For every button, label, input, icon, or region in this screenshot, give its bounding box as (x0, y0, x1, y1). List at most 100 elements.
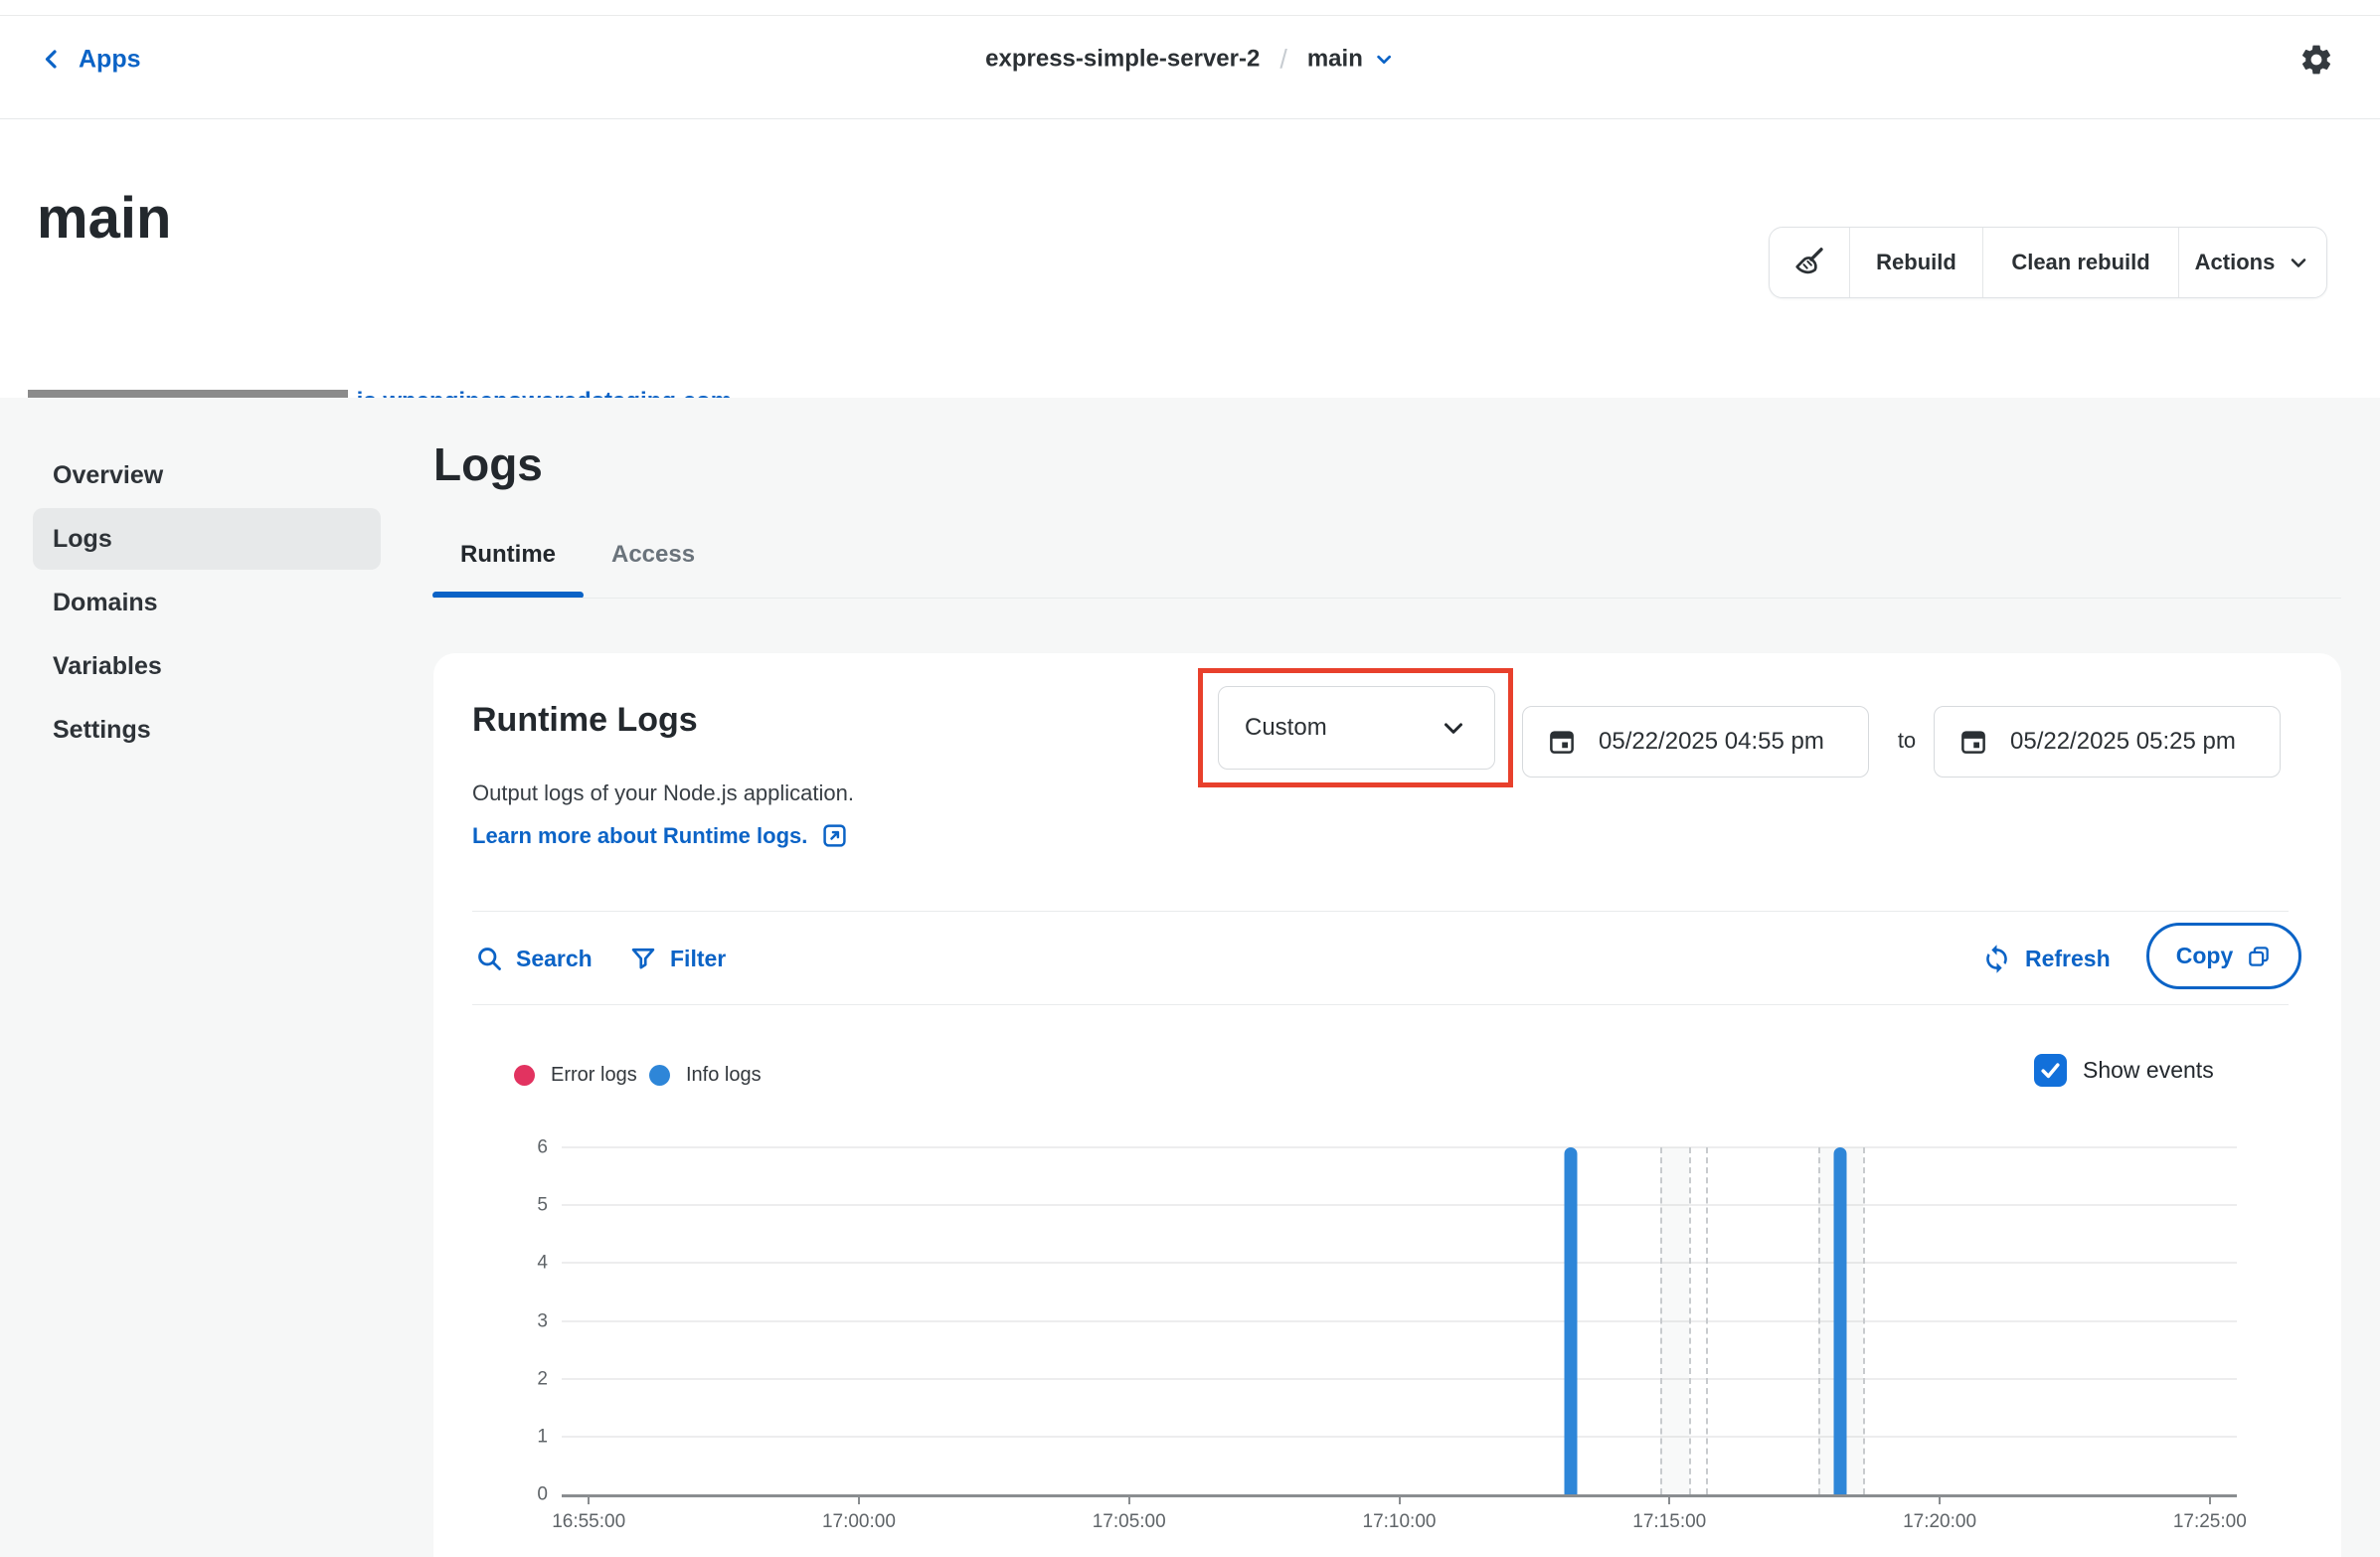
clean-rebuild-button[interactable]: Clean rebuild (1982, 228, 2178, 297)
x-axis-tick (1128, 1494, 1130, 1504)
gridline (562, 1320, 2237, 1322)
show-events-label: Show events (2083, 1057, 2214, 1084)
refresh-icon (1981, 944, 2012, 974)
environment-header: main .js.wpenginepoweredstaging.com Rebu… (0, 119, 2380, 398)
tab-runtime[interactable]: Runtime (432, 541, 584, 599)
branch-picker[interactable]: main (1307, 46, 1395, 74)
gridline (562, 1378, 2237, 1380)
date-to-value: 05/22/2025 05:25 pm (2010, 728, 2236, 756)
legend-label: Info logs (686, 1064, 762, 1087)
time-range-select[interactable]: Custom (1218, 686, 1495, 770)
breadcrumb-separator: / (1274, 44, 1293, 75)
refresh-label: Refresh (2025, 946, 2111, 972)
learn-more-link[interactable]: Learn more about Runtime logs. (472, 822, 848, 849)
x-axis-tick-label: 17:05:00 (1093, 1511, 1166, 1533)
copy-logs-button[interactable]: Copy (2146, 923, 2301, 989)
tab-divider (433, 598, 2341, 599)
chevron-down-icon (2287, 251, 2310, 274)
sidebar-item-variables[interactable]: Variables (33, 635, 381, 697)
tab-label: Runtime (460, 541, 556, 569)
y-axis-tick-label: 5 (510, 1196, 548, 1215)
log-count-bar[interactable] (1564, 1147, 1577, 1494)
runtime-logs-title: Runtime Logs (472, 701, 698, 740)
top-nav: Apps express-simple-server-2 / main (0, 0, 2380, 119)
date-to-input[interactable]: 05/22/2025 05:25 pm (1934, 706, 2281, 778)
chevron-down-icon (1439, 713, 1468, 743)
sidebar-item-label: Logs (53, 525, 112, 554)
gear-icon (2298, 42, 2334, 78)
purge-cache-button[interactable] (1770, 228, 1849, 297)
copy-icon (2246, 944, 2272, 969)
runtime-logs-description: Output logs of your Node.js application. (472, 780, 854, 806)
log-count-bar[interactable] (1834, 1147, 1847, 1494)
chevron-left-icon (40, 48, 64, 72)
y-axis-tick-label: 6 (510, 1138, 548, 1157)
y-axis-tick-label: 3 (510, 1311, 548, 1330)
breadcrumb-app-name: express-simple-server-2 (985, 46, 1260, 74)
gridline (562, 1204, 2237, 1206)
event-band (1660, 1147, 1689, 1494)
check-icon (2038, 1058, 2063, 1083)
runtime-logs-card: Runtime Logs Custom 05/22/2025 04:55 pm … (433, 653, 2341, 1557)
x-axis-tick-label: 16:55:00 (552, 1511, 625, 1533)
date-range-to-label: to (1887, 713, 1927, 769)
copy-button-label: Copy (2176, 943, 2234, 969)
show-events-toggle[interactable]: Show events (2034, 1054, 2214, 1087)
date-from-value: 05/22/2025 04:55 pm (1599, 728, 1824, 756)
sidebar-item-overview[interactable]: Overview (33, 444, 381, 506)
actions-dropdown-button[interactable]: Actions (2178, 228, 2326, 297)
calendar-icon (1958, 727, 1988, 757)
time-range-value: Custom (1245, 714, 1327, 742)
environment-actions-group: Rebuild Clean rebuild Actions (1769, 227, 2327, 298)
content-area: Overview Logs Domains Variables Settings… (0, 398, 2380, 1557)
y-axis-tick-label: 0 (510, 1485, 548, 1504)
search-icon (475, 945, 503, 972)
external-link-icon (821, 822, 848, 849)
logs-tabs: Runtime Access (432, 541, 723, 599)
divider (472, 911, 2289, 912)
sidebar-item-domains[interactable]: Domains (33, 572, 381, 633)
back-link-label: Apps (79, 45, 141, 74)
divider (472, 1004, 2289, 1005)
event-marker-line (1660, 1147, 1662, 1494)
x-axis-tick (1939, 1494, 1941, 1504)
chevron-down-icon (1373, 49, 1395, 71)
x-axis-tick (588, 1494, 590, 1504)
sidebar-item-settings[interactable]: Settings (33, 699, 381, 761)
legend-label: Error logs (551, 1064, 637, 1087)
event-marker-line (1689, 1147, 1691, 1494)
event-marker-line (1706, 1147, 1708, 1494)
x-axis-tick (1399, 1494, 1401, 1504)
environment-sidebar: Overview Logs Domains Variables Settings (33, 444, 381, 761)
settings-gear-button[interactable] (2298, 42, 2334, 78)
rebuild-button[interactable]: Rebuild (1849, 228, 1982, 297)
y-axis-tick-label: 1 (510, 1427, 548, 1446)
x-axis-tick (2209, 1494, 2211, 1504)
back-to-apps-link[interactable]: Apps (40, 45, 141, 74)
sidebar-item-logs[interactable]: Logs (33, 508, 381, 570)
event-marker-line (1863, 1147, 1865, 1494)
error-logs-dot (514, 1065, 535, 1086)
page-title: Logs (433, 437, 543, 491)
broom-icon (1791, 245, 1827, 280)
x-axis-tick (1668, 1494, 1670, 1504)
filter-label: Filter (670, 946, 726, 972)
x-axis-tick-label: 17:10:00 (1363, 1511, 1437, 1533)
refresh-logs-button[interactable]: Refresh (1981, 935, 2111, 982)
filter-logs-button[interactable]: Filter (629, 935, 726, 982)
search-label: Search (516, 946, 593, 972)
x-axis-tick (858, 1494, 860, 1504)
gridline (562, 1262, 2237, 1264)
calendar-icon (1547, 727, 1577, 757)
legend-item-error-logs: Error logs (514, 1055, 637, 1095)
runtime-logs-chart: 012345616:55:0017:00:0017:05:0017:10:001… (562, 1147, 2237, 1497)
show-events-checkbox[interactable] (2034, 1054, 2067, 1087)
learn-more-label: Learn more about Runtime logs. (472, 823, 807, 849)
environment-title: main (37, 185, 171, 252)
sidebar-item-label: Overview (53, 461, 163, 490)
date-from-input[interactable]: 05/22/2025 04:55 pm (1522, 706, 1869, 778)
info-logs-dot (649, 1065, 670, 1086)
tab-access[interactable]: Access (584, 541, 723, 599)
search-logs-button[interactable]: Search (475, 935, 593, 982)
clean-rebuild-button-label: Clean rebuild (2011, 250, 2149, 275)
